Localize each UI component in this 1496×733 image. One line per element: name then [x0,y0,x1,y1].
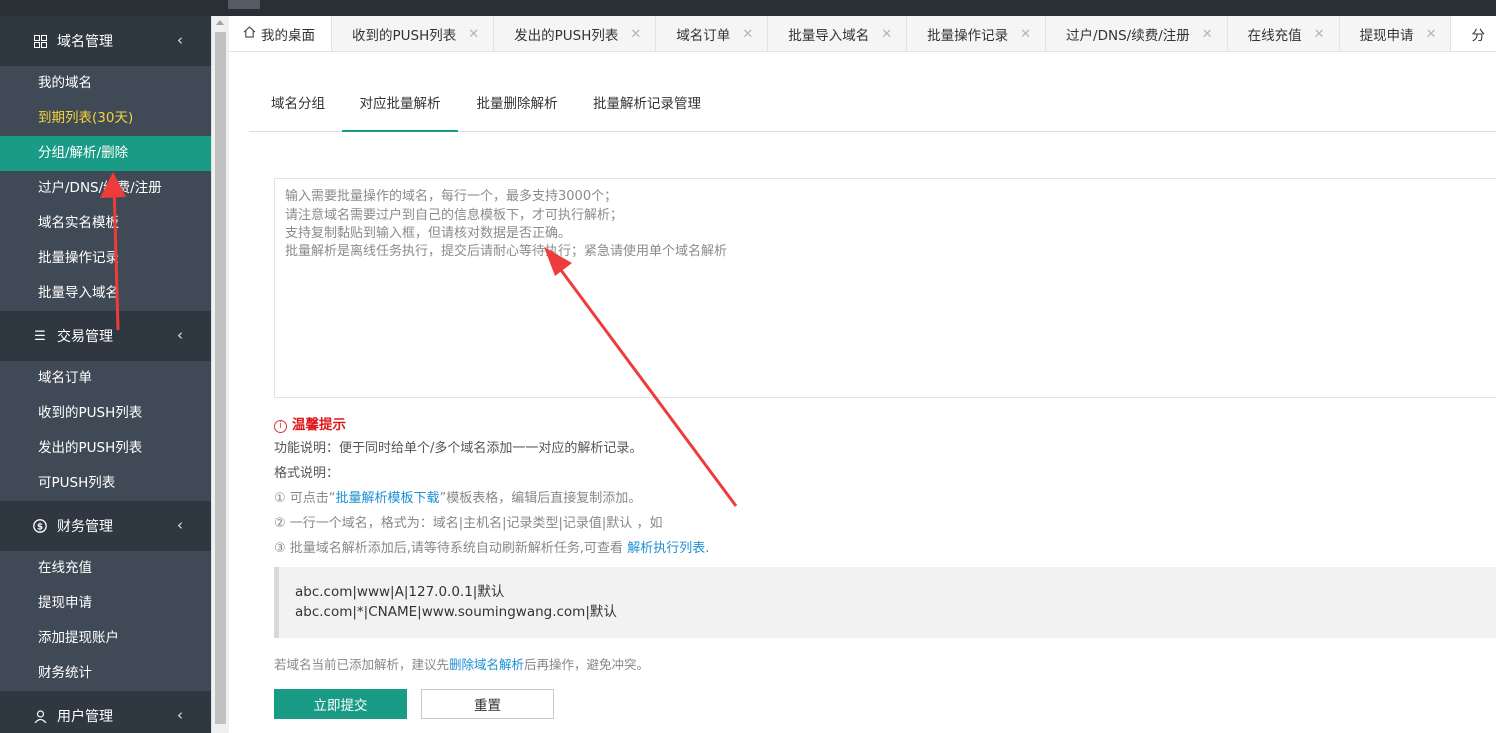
tab-label: 在线充值 [1247,28,1302,44]
step3-prefix: ③ 批量域名解析添加后,请等待系统自动刷新解析任务,可查看 [274,541,628,556]
sidebar-item-expiring[interactable]: 到期列表(30天) [0,101,211,136]
close-icon[interactable]: ✕ [742,27,753,42]
scrollbar-thumb[interactable] [215,32,226,724]
sidebar-group-title: 用户管理 [57,709,113,725]
close-icon[interactable]: ✕ [630,27,641,42]
top-bar [0,0,1496,16]
tab-desktop[interactable]: 我的桌面 [229,16,332,51]
tab-label: 我的桌面 [261,28,315,44]
sidebar-item-add-account[interactable]: 添加提现账户 [0,621,211,656]
tab-label: 分 [1471,28,1485,44]
sidebar-item-batch-records[interactable]: 批量操作记录 [0,241,211,276]
chevron-left-icon: ‹ [177,706,183,724]
tab-label: 提现申请 [1359,28,1414,44]
submit-button[interactable]: 立即提交 [274,689,407,719]
close-icon[interactable]: ✕ [1426,27,1437,42]
close-icon[interactable]: ✕ [468,27,479,42]
subtab-batch-resolve[interactable]: 对应批量解析 [342,88,458,132]
sidebar: 域名管理 ‹ 我的域名 到期列表(30天) 分组/解析/删除 过户/DNS/续费… [0,16,211,733]
format-step-2: ② 一行一个域名，格式为：域名|主机名|记录类型|记录值|默认 ，如 [274,516,663,531]
sidebar-item-realname-template[interactable]: 域名实名模板 [0,206,211,241]
sidebar-item-pushable[interactable]: 可PUSH列表 [0,466,211,501]
format-step-1: ① 可点击“批量解析模板下载”模板表格，编辑后直接复制添加。 [274,487,641,506]
format-example: abc.com|www|A|127.0.0.1|默认 abc.com|*|CNA… [274,567,1496,638]
tab-orders[interactable]: 域名订单 ✕ [656,16,769,51]
tab-label: 批量导入域名 [788,28,870,44]
close-icon[interactable]: ✕ [881,27,892,42]
sidebar-group-finance[interactable]: $ 财务管理 ‹ [0,501,211,551]
sidebar-item-push-received[interactable]: 收到的PUSH列表 [0,396,211,431]
tips-title: i 温馨提示 [274,413,346,433]
tab-batch-records[interactable]: 批量操作记录 ✕ [907,16,1047,51]
sidebar-group-title: 交易管理 [57,329,113,345]
subtab-batch-delete[interactable]: 批量删除解析 [474,88,560,132]
format-step-3: ③ 批量域名解析添加后,请等待系统自动刷新解析任务,可查看 解析执行列表. [274,537,709,556]
tab-current[interactable]: 分 [1451,16,1496,51]
placeholder-line: 支持复制黏贴到输入框，但请核对数据是否正确。 [285,226,572,241]
sub-tab-bar: 域名分组 对应批量解析 批量删除解析 批量解析记录管理 [249,88,1496,132]
sidebar-group-domain[interactable]: 域名管理 ‹ [0,16,211,66]
template-download-link[interactable]: 批量解析模板下载 [336,491,440,506]
sidebar-item-batch-import[interactable]: 批量导入域名 [0,276,211,311]
placeholder-line: 批量解析是离线任务执行，提交后请耐心等待执行；紧急请使用单个域名解析 [285,244,728,259]
sidebar-group-trade[interactable]: ☰ 交易管理 ‹ [0,311,211,361]
close-icon[interactable]: ✕ [1202,27,1213,42]
step1-prefix: ① 可点击“ [274,491,336,506]
tab-label: 发出的PUSH列表 [514,28,619,44]
format-title: 格式说明： [274,466,340,481]
function-desc: 功能说明：便于同时给单个/多个域名添加一一对应的解析记录。 [274,441,643,456]
tab-label: 收到的PUSH列表 [352,28,457,44]
example-line: abc.com|www|A|127.0.0.1|默认 [295,584,505,600]
step1-suffix: ”模板表格，编辑后直接复制添加。 [439,491,642,506]
info-icon: i [274,420,287,433]
tab-bar: 我的桌面 收到的PUSH列表 ✕ 发出的PUSH列表 ✕ 域名订单 ✕ 批量导入域名 ✕… [229,16,1496,52]
tab-push-received[interactable]: 收到的PUSH列表 ✕ [332,16,495,51]
grid-icon [33,34,47,48]
tab-label: 域名订单 [676,28,731,44]
sidebar-item-recharge[interactable]: 在线充值 [0,551,211,586]
dollar-icon: $ [33,519,47,533]
top-bar-nub [228,0,260,9]
sidebar-item-withdraw[interactable]: 提现申请 [0,586,211,621]
conflict-note: 若域名当前已添加解析，建议先删除域名解析后再操作，避免冲突。 [274,654,649,673]
subtab-resolve-records[interactable]: 批量解析记录管理 [590,88,704,132]
sidebar-item-my-domains[interactable]: 我的域名 [0,66,211,101]
example-line: abc.com|*|CNAME|www.soumingwang.com|默认 [295,604,617,620]
chevron-left-icon: ‹ [177,516,183,534]
placeholder-line: 请注意域名需要过户到自己的信息模板下，才可执行解析； [285,208,624,223]
sidebar-item-finance-stats[interactable]: 财务统计 [0,656,211,691]
chevron-left-icon: ‹ [177,326,183,344]
sidebar-group-title: 财务管理 [57,519,113,535]
tab-withdraw[interactable]: 提现申请 ✕ [1340,16,1452,51]
subtab-domain-group[interactable]: 域名分组 [269,88,327,132]
sidebar-group-title: 域名管理 [57,34,113,50]
placeholder-line: 输入需要批量操作的域名，每行一个，最多支持3000个； [285,189,618,204]
tips-title-text: 温馨提示 [292,417,346,433]
list-icon: ☰ [34,328,46,344]
tab-label: 批量操作记录 [927,28,1009,44]
tab-push-sent[interactable]: 发出的PUSH列表 ✕ [494,16,657,51]
tab-transfer-dns[interactable]: 过户/DNS/续费/注册 ✕ [1046,16,1228,51]
sidebar-item-orders[interactable]: 域名订单 [0,361,211,396]
resolve-task-list-link[interactable]: 解析执行列表. [627,541,709,556]
reset-button[interactable]: 重置 [421,689,554,719]
note-prefix: 若域名当前已添加解析，建议先 [274,657,450,672]
sidebar-item-push-sent[interactable]: 发出的PUSH列表 [0,431,211,466]
home-icon [243,26,256,42]
sidebar-item-group-resolve-delete[interactable]: 分组/解析/删除 [0,136,211,171]
tab-recharge[interactable]: 在线充值 ✕ [1228,16,1340,51]
note-suffix: 后再操作，避免冲突。 [524,657,650,672]
sidebar-item-transfer-dns[interactable]: 过户/DNS/续费/注册 [0,171,211,206]
close-icon[interactable]: ✕ [1020,27,1031,42]
user-icon [33,709,47,723]
chevron-left-icon: ‹ [177,31,183,49]
close-icon[interactable]: ✕ [1314,27,1325,42]
tab-batch-import[interactable]: 批量导入域名 ✕ [768,16,908,51]
svg-text:$: $ [37,523,43,533]
delete-resolve-link[interactable]: 删除域名解析 [449,657,524,672]
sidebar-scrollbar[interactable] [211,16,229,733]
sidebar-group-user[interactable]: 用户管理 ‹ [0,691,211,733]
tab-label: 过户/DNS/续费/注册 [1066,28,1190,44]
scroll-up-arrow-icon[interactable] [216,20,224,25]
